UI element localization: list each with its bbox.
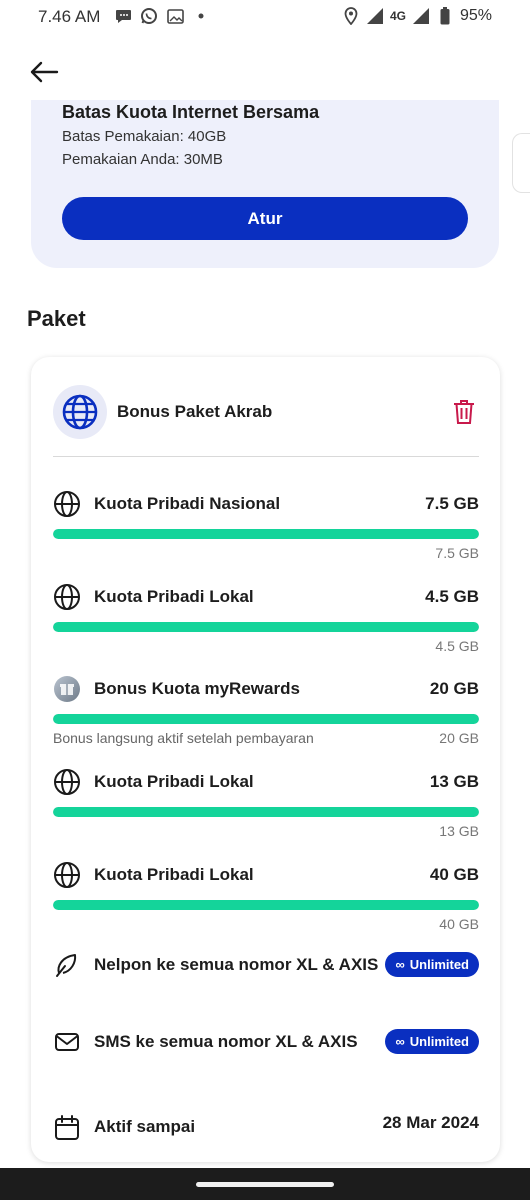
quota-item-remaining: 40 GB <box>439 916 479 932</box>
infinity-icon: ∞ <box>395 1034 405 1049</box>
quota-limit-text: Batas Pemakaian: 40GB <box>62 128 227 145</box>
dot-icon <box>192 7 210 25</box>
section-title-paket: Paket <box>27 306 86 331</box>
delete-package-button[interactable] <box>451 397 477 427</box>
service-item-sms: SMS ke semua nomor XL & AXIS ∞ Unlimited <box>31 1028 500 1088</box>
unlimited-badge: ∞ Unlimited <box>385 1029 479 1054</box>
quota-progress-bar <box>53 529 479 539</box>
calendar-icon <box>53 1114 81 1142</box>
status-time: 7.46 AM <box>38 7 101 26</box>
package-name: Bonus Paket Akrab <box>117 402 273 421</box>
quota-item-label: Bonus Kuota myRewards <box>94 679 300 698</box>
gallery-icon <box>166 7 184 25</box>
package-header: Bonus Paket Akrab <box>31 357 500 457</box>
quota-item: Kuota Pribadi Nasional 7.5 GB 7.5 GB <box>31 490 500 570</box>
service-label: Nelpon ke semua nomor XL & AXIS <box>94 955 379 974</box>
service-item-call: Nelpon ke semua nomor XL & AXIS ∞ Unlimit… <box>31 951 500 1011</box>
atur-button[interactable]: Atur <box>62 197 468 240</box>
status-right-icons: 4G 95% <box>342 7 492 25</box>
package-card: Bonus Paket Akrab Kuota Pribadi Nasional… <box>31 357 500 1162</box>
quota-progress-bar <box>53 900 479 910</box>
quota-progress-fill <box>53 900 479 910</box>
badge-label: Unlimited <box>409 1034 469 1049</box>
badge-label: Unlimited <box>409 957 469 972</box>
quota-item-remaining: 4.5 GB <box>435 638 479 654</box>
back-button[interactable] <box>26 56 62 88</box>
gift-icon <box>53 675 81 703</box>
quota-limit-title: Batas Kuota Internet Bersama <box>62 102 320 122</box>
phone-leaf-icon <box>53 951 81 979</box>
active-until-row: Aktif sampai 28 Mar 2024 <box>31 1112 500 1142</box>
service-label: SMS ke semua nomor XL & AXIS <box>94 1032 358 1051</box>
active-until-date: 28 Mar 2024 <box>382 1113 479 1132</box>
quota-item: Kuota Pribadi Lokal 13 GB 13 GB <box>31 768 500 848</box>
quota-item-value: 4.5 GB <box>425 587 479 606</box>
battery-icon <box>436 7 454 25</box>
globe-icon <box>62 394 98 430</box>
system-navigation-bar <box>0 1168 530 1200</box>
quota-item-remaining: 13 GB <box>439 823 479 839</box>
quota-progress-bar <box>53 807 479 817</box>
battery-level: 95% <box>459 7 492 24</box>
status-left-icons <box>114 7 210 25</box>
quota-item: Kuota Pribadi Lokal 40 GB 40 GB <box>31 861 500 941</box>
shared-quota-limit-card: Batas Kuota Internet Bersama Batas Pemak… <box>31 100 499 268</box>
status-bar: 7.46 AM 4G 95% <box>0 0 530 34</box>
quota-progress-fill <box>53 622 479 632</box>
quota-item-value: 13 GB <box>429 772 479 791</box>
globe-icon <box>53 861 81 889</box>
arrow-left-icon <box>30 61 59 83</box>
quota-item-label: Kuota Pribadi Lokal <box>94 865 254 884</box>
unlimited-badge: ∞ Unlimited <box>385 952 479 977</box>
quota-item-remaining: 20 GB <box>439 730 479 746</box>
next-card-peek <box>512 133 530 193</box>
home-gesture-handle[interactable] <box>196 1182 334 1187</box>
quota-item-label: Kuota Pribadi Nasional <box>94 494 281 513</box>
globe-icon <box>53 490 81 518</box>
chat-bubble-icon <box>114 7 132 25</box>
quota-progress-fill <box>53 529 479 539</box>
quota-item: Bonus Kuota myRewards 20 GB Bonus langsu… <box>31 675 500 755</box>
envelope-icon <box>53 1028 81 1056</box>
quota-item-value: 40 GB <box>429 865 479 884</box>
quota-item: Kuota Pribadi Lokal 4.5 GB 4.5 GB <box>31 583 500 663</box>
header-divider <box>53 456 479 457</box>
trash-icon <box>454 400 474 424</box>
quota-progress-bar <box>53 714 479 724</box>
quota-item-label: Kuota Pribadi Lokal <box>94 772 254 791</box>
location-icon <box>342 7 360 25</box>
active-until-label: Aktif sampai <box>94 1117 196 1136</box>
network-type: 4G <box>389 9 406 23</box>
globe-icon <box>53 768 81 796</box>
quota-progress-fill <box>53 807 479 817</box>
infinity-icon: ∞ <box>395 957 405 972</box>
quota-item-label: Kuota Pribadi Lokal <box>94 587 254 606</box>
package-globe-badge <box>53 385 107 439</box>
quota-item-remaining: 7.5 GB <box>435 545 479 561</box>
whatsapp-icon <box>140 7 158 25</box>
network-4g-icon <box>412 7 430 25</box>
quota-usage-text: Pemakaian Anda: 30MB <box>62 151 223 168</box>
signal-icon <box>366 7 384 25</box>
quota-progress-bar <box>53 622 479 632</box>
quota-item-value: 7.5 GB <box>425 494 479 513</box>
quota-progress-fill <box>53 714 479 724</box>
quota-item-value: 20 GB <box>429 679 479 698</box>
quota-item-note: Bonus langsung aktif setelah pembayaran <box>53 730 314 746</box>
globe-icon <box>53 583 81 611</box>
